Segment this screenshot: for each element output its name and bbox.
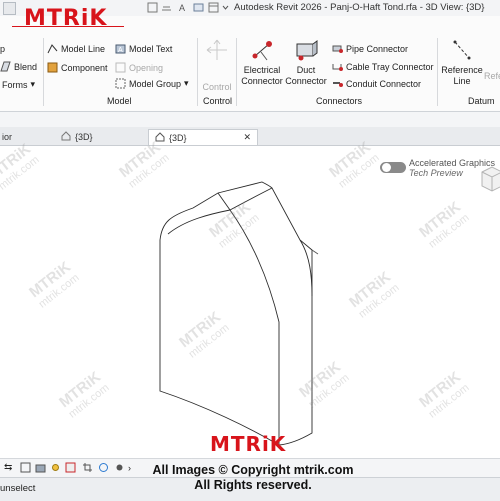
connectors-panel-label: Connectors bbox=[316, 96, 363, 106]
cable-tray-connector-icon bbox=[332, 61, 343, 72]
conduit-connector-label: Conduit Connector bbox=[346, 78, 422, 89]
datum-panel-label: Datum bbox=[468, 96, 495, 106]
model-text-label: Model Text bbox=[129, 43, 173, 54]
duct-connector-label-2: Connector bbox=[285, 76, 327, 86]
temporary-hide-icon[interactable] bbox=[114, 462, 125, 475]
scale-icon[interactable]: ⇆ bbox=[4, 462, 12, 473]
reference-line-label-2: Line bbox=[453, 76, 471, 86]
pipe-connector-button[interactable]: Pipe Connector bbox=[332, 43, 408, 54]
cable-tray-connector-button[interactable]: Cable Tray Connector bbox=[332, 61, 434, 72]
quick-access-dropdown-icon[interactable] bbox=[220, 2, 231, 13]
brand-logo-bottom: MTRiK bbox=[210, 432, 287, 456]
crop-view-icon[interactable] bbox=[82, 462, 93, 475]
window-title: Autodesk Revit 2026 - Panj-O-Haft Tond.r… bbox=[234, 2, 485, 13]
ribbon-separator bbox=[236, 38, 237, 106]
opening-button[interactable]: Opening bbox=[115, 62, 163, 73]
model-group-label: Model Group bbox=[129, 78, 182, 89]
tab-3d-active[interactable]: {3D} ✕ bbox=[148, 129, 258, 145]
pipe-connector-label: Pipe Connector bbox=[346, 43, 409, 54]
forms-label: Forms bbox=[2, 79, 28, 90]
pipe-connector-icon bbox=[332, 43, 343, 54]
control-panel-label: Control bbox=[203, 96, 233, 106]
ribbon-separator bbox=[437, 38, 438, 106]
model-group-dropdown[interactable]: Model Group ▾ bbox=[115, 78, 189, 89]
blend-icon bbox=[0, 61, 11, 72]
component-label: Component bbox=[61, 62, 108, 73]
close-icon[interactable]: ✕ bbox=[243, 132, 251, 143]
chevron-down-icon: ▾ bbox=[30, 79, 36, 89]
visual-style-icon[interactable] bbox=[35, 462, 46, 475]
quick-access-sync-icon[interactable] bbox=[147, 2, 158, 13]
reveal-hidden-icon[interactable] bbox=[98, 462, 109, 475]
partial-item-label: p bbox=[0, 44, 6, 54]
conduit-connector-button[interactable]: Conduit Connector bbox=[332, 78, 421, 89]
tab-label: {3D} bbox=[169, 132, 187, 143]
ribbon-separator bbox=[43, 38, 44, 106]
blend-label: Blend bbox=[14, 61, 38, 72]
logo-underline bbox=[12, 26, 124, 27]
brand-logo-top: MTRiK bbox=[24, 6, 108, 31]
shadows-icon[interactable] bbox=[65, 462, 76, 475]
electrical-connector-label-1: Electrical bbox=[243, 65, 281, 75]
model-panel-label: Model bbox=[107, 96, 132, 106]
model-line-icon bbox=[47, 43, 58, 54]
blend-button[interactable]: Blend bbox=[0, 61, 37, 72]
component-icon bbox=[47, 62, 58, 73]
electrical-connector-label-2: Connector bbox=[241, 76, 283, 86]
copyright-line-2: All Rights reserved. bbox=[194, 478, 312, 492]
opening-icon bbox=[115, 62, 126, 73]
tab-view-partial[interactable]: ior bbox=[0, 129, 18, 144]
partial-ribbon-item[interactable]: p bbox=[0, 44, 5, 54]
tab-3d-1[interactable]: {3D} bbox=[55, 129, 99, 144]
cable-tray-connector-label: Cable Tray Connector bbox=[346, 61, 434, 72]
quick-access-window-icon[interactable] bbox=[208, 2, 219, 13]
reference-plane-label: Refe bbox=[484, 71, 500, 81]
view-tab-bar: ior {3D} {3D} ✕ bbox=[0, 127, 500, 146]
model-group-icon bbox=[115, 78, 126, 89]
home-icon bbox=[61, 130, 71, 143]
duct-connector-icon bbox=[293, 38, 319, 62]
electrical-connector-button[interactable]: Electrical Connector bbox=[240, 38, 284, 87]
duct-connector-button[interactable]: Duct Connector bbox=[285, 38, 327, 87]
sun-path-icon[interactable] bbox=[50, 462, 61, 475]
chevron-down-icon: ▾ bbox=[184, 78, 189, 88]
family-model-3d[interactable] bbox=[0, 146, 500, 457]
reference-line-label-1: Reference bbox=[441, 65, 483, 75]
conduit-connector-icon bbox=[332, 78, 343, 89]
model-text-icon: A bbox=[115, 43, 126, 54]
duct-connector-label-1: Duct bbox=[296, 65, 316, 75]
3d-viewport[interactable]: Accelerated Graphics Tech Preview bbox=[0, 146, 500, 457]
model-text-button[interactable]: A Model Text bbox=[115, 43, 172, 54]
control-button-label: Control bbox=[202, 82, 232, 92]
tab-label: ior bbox=[2, 131, 13, 142]
more-icon[interactable]: › bbox=[128, 463, 131, 473]
ribbon-spacer bbox=[0, 112, 500, 127]
status-text: unselect bbox=[0, 483, 36, 494]
model-line-button[interactable]: Model Line bbox=[47, 43, 105, 54]
forms-dropdown[interactable]: Forms ▾ bbox=[2, 79, 35, 90]
reference-line-icon bbox=[449, 38, 475, 62]
component-button[interactable]: Component bbox=[47, 62, 108, 73]
svg-text:A: A bbox=[118, 47, 123, 54]
detail-level-icon[interactable] bbox=[20, 462, 31, 475]
electrical-connector-icon bbox=[249, 38, 275, 62]
quick-access-dim-icon[interactable] bbox=[161, 2, 172, 13]
quick-access-icon[interactable] bbox=[3, 2, 16, 15]
control-arrows-icon bbox=[204, 38, 230, 62]
tab-label: {3D} bbox=[75, 131, 93, 142]
quick-access-view-icon[interactable] bbox=[193, 2, 204, 13]
copyright-line-1: All Images © Copyright mtrik.com bbox=[152, 463, 354, 477]
model-line-label: Model Line bbox=[61, 43, 106, 54]
reference-line-button[interactable]: Reference Line bbox=[440, 38, 484, 87]
quick-access-text-icon[interactable]: A bbox=[178, 2, 189, 13]
home-icon bbox=[155, 131, 165, 144]
svg-text:A: A bbox=[179, 3, 185, 13]
copyright-notice: All Images © Copyright mtrik.com All Rig… bbox=[138, 463, 368, 493]
reference-plane-button[interactable]: Refe bbox=[484, 71, 500, 82]
opening-label: Opening bbox=[129, 62, 164, 73]
ribbon-separator bbox=[197, 38, 198, 106]
control-button[interactable]: Control bbox=[200, 38, 234, 93]
